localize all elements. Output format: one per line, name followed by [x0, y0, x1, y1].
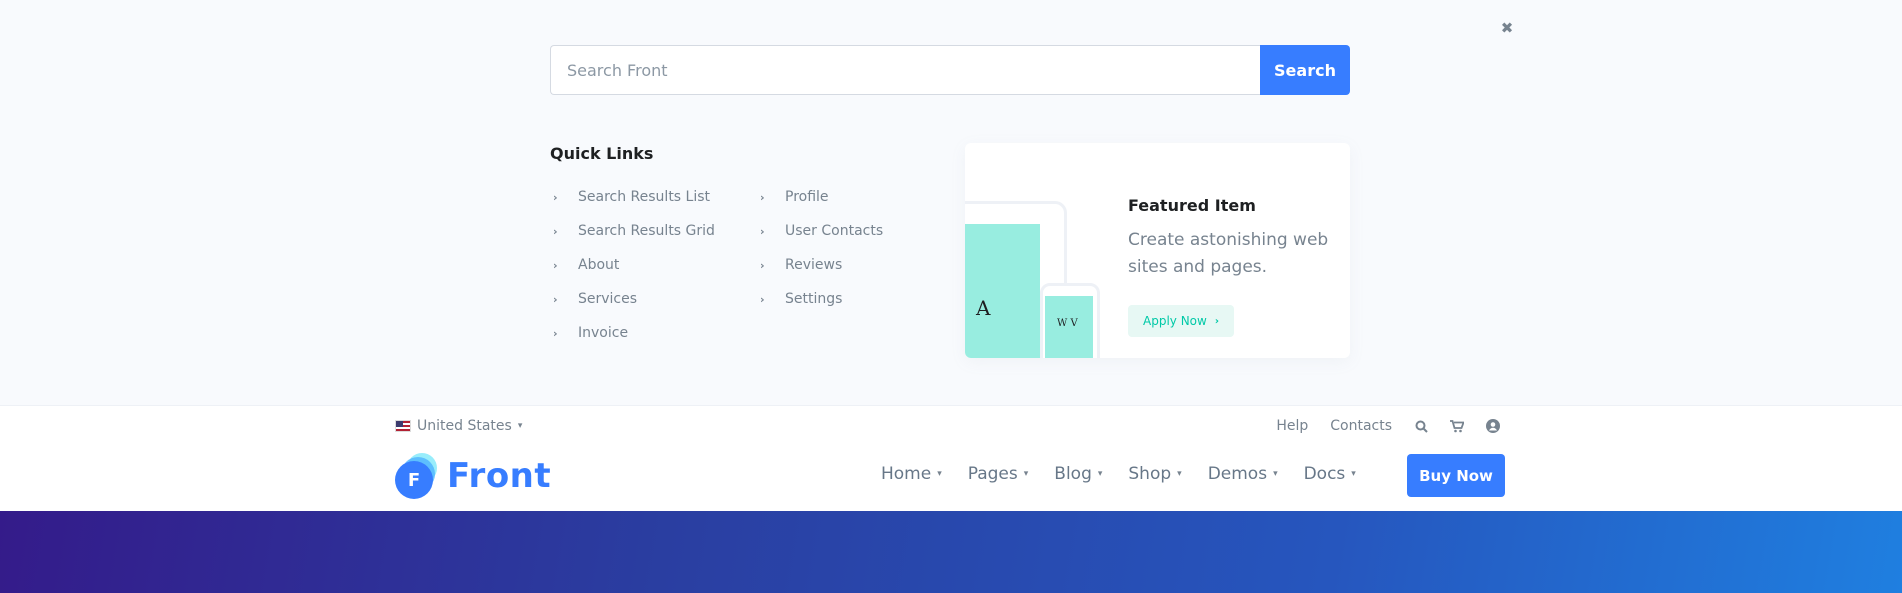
quick-link-label: Reviews	[785, 257, 843, 273]
contacts-link[interactable]: Contacts	[1330, 418, 1392, 434]
language-label: United States	[417, 418, 512, 434]
search-overlay: ✖ Search Quick Links › Search Results Lis…	[0, 0, 1902, 405]
chevron-down-icon: ▾	[1177, 469, 1182, 479]
quick-link-label: Profile	[785, 189, 829, 205]
nav-item-blog[interactable]: Blog ▾	[1054, 464, 1102, 484]
quick-link-reviews[interactable]: › Reviews	[758, 248, 883, 282]
quick-link-label: Search Results List	[578, 189, 711, 205]
quick-link-profile[interactable]: › Profile	[758, 180, 883, 214]
quick-link-label: Invoice	[578, 325, 629, 341]
chevron-right-icon: ›	[553, 326, 558, 340]
chevron-right-icon: ›	[760, 292, 765, 306]
quick-link-invoice[interactable]: › Invoice	[551, 316, 715, 350]
apply-now-button[interactable]: Apply Now ›	[1128, 305, 1234, 337]
tablet-screen: A	[965, 224, 1040, 358]
phone-screen: W V	[1045, 296, 1093, 358]
buy-now-button[interactable]: Buy Now	[1407, 454, 1505, 497]
nav-label: Home	[881, 464, 932, 484]
nav-item-home[interactable]: Home ▾	[881, 464, 942, 484]
search-input[interactable]	[550, 45, 1260, 95]
search-icon[interactable]	[1414, 419, 1428, 433]
quick-link-services[interactable]: › Services	[551, 282, 715, 316]
quick-links-column-2: › Profile › User Contacts › Reviews › Settin…	[758, 180, 883, 316]
featured-item-title: Featured Item	[1128, 196, 1256, 215]
quick-link-label: Services	[578, 291, 638, 307]
featured-item-text: Create astonishing web sites and pages.	[1128, 230, 1329, 277]
nav-item-pages[interactable]: Pages ▾	[968, 464, 1029, 484]
chevron-down-icon: ▾	[1023, 469, 1029, 479]
logo-text: Front	[447, 456, 552, 496]
nav-label: Blog	[1054, 464, 1092, 484]
nav-item-demos[interactable]: Demos ▾	[1208, 464, 1278, 484]
quick-link-search-results-list[interactable]: › Search Results List	[551, 180, 715, 214]
featured-item-card: A W V Featured Item Create astonishing w…	[965, 143, 1350, 358]
site-header: United States ▾ Help Contacts F Front Ho…	[0, 405, 1902, 511]
quick-link-settings[interactable]: › Settings	[758, 282, 883, 316]
logo-mark-icon: F	[395, 453, 441, 499]
nav-label: Docs	[1303, 464, 1346, 484]
phone-glyph: W V	[1057, 318, 1078, 329]
phone-illustration: W V	[1040, 283, 1100, 358]
quick-link-label: Search Results Grid	[578, 223, 715, 239]
chevron-down-icon: ▾	[937, 469, 942, 479]
chevron-right-icon: ›	[760, 190, 765, 204]
nav-label: Pages	[967, 464, 1018, 484]
quick-link-about[interactable]: › About	[551, 248, 715, 282]
chevron-right-icon: ›	[1214, 315, 1219, 327]
language-selector[interactable]: United States ▾	[395, 418, 522, 434]
apply-now-label: Apply Now	[1143, 314, 1207, 328]
quick-link-label: Settings	[785, 291, 843, 307]
close-icon[interactable]: ✖	[1499, 20, 1515, 36]
search-button[interactable]: Search	[1260, 45, 1350, 95]
search-bar: Search	[550, 45, 1350, 95]
nav-item-shop[interactable]: Shop ▾	[1128, 464, 1181, 484]
help-link[interactable]: Help	[1276, 418, 1308, 434]
hero-gradient-banner	[0, 511, 1902, 593]
quick-link-label: User Contacts	[785, 223, 884, 239]
chevron-down-icon: ▾	[1351, 469, 1356, 479]
quick-links-title: Quick Links	[550, 144, 654, 163]
chevron-down-icon: ▾	[1273, 469, 1278, 479]
nav-item-docs[interactable]: Docs ▾	[1304, 464, 1356, 484]
chevron-right-icon: ›	[553, 258, 558, 272]
us-flag-icon	[395, 420, 411, 432]
quick-link-user-contacts[interactable]: › User Contacts	[758, 214, 883, 248]
chevron-right-icon: ›	[553, 224, 558, 238]
quick-link-label: About	[578, 257, 620, 273]
quick-link-search-results-grid[interactable]: › Search Results Grid	[551, 214, 715, 248]
chevron-right-icon: ›	[760, 258, 765, 272]
front-logo[interactable]: F Front	[395, 453, 551, 499]
quick-links-column-1: › Search Results List › Search Results Gri…	[551, 180, 715, 350]
chevron-right-icon: ›	[760, 224, 765, 238]
chevron-right-icon: ›	[553, 292, 558, 306]
user-icon[interactable]	[1486, 419, 1500, 433]
nav-label: Shop	[1128, 464, 1172, 484]
main-nav: Home ▾ Pages ▾ Blog ▾ Shop ▾ Demos ▾ Docs ▾	[881, 453, 1356, 495]
chevron-down-icon: ▾	[517, 421, 523, 431]
cart-icon[interactable]	[1450, 419, 1464, 433]
chevron-right-icon: ›	[553, 190, 558, 204]
top-bar-links: Help Contacts	[1276, 418, 1500, 434]
tablet-glyph: A	[976, 296, 991, 320]
chevron-down-icon: ▾	[1097, 469, 1103, 479]
nav-label: Demos	[1207, 464, 1268, 484]
